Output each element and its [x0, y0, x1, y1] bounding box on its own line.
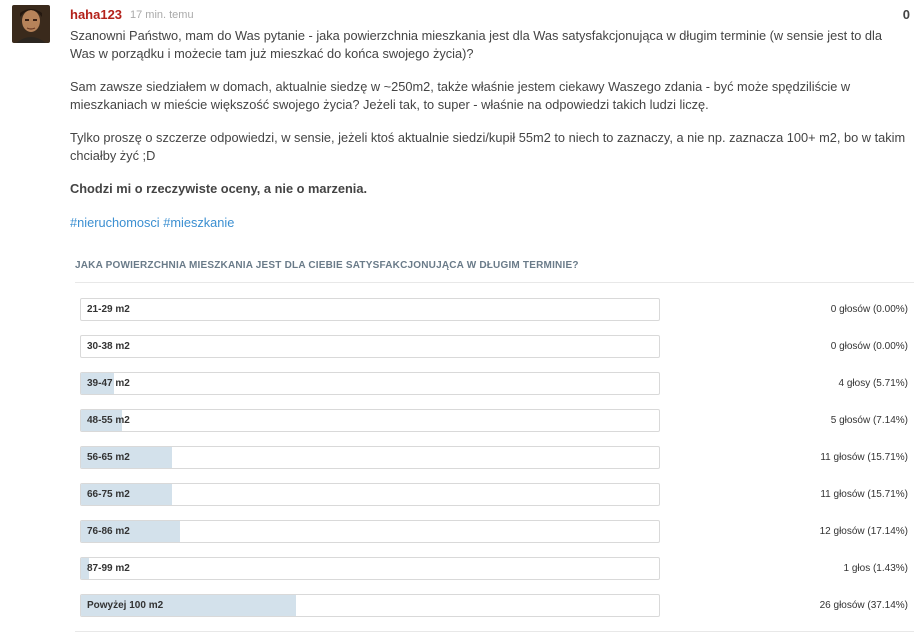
poll-option-count: 11 głosów (15.71%): [820, 452, 908, 463]
post-paragraph: Szanowni Państwo, mam do Was pytanie - j…: [70, 28, 883, 61]
poll-bar[interactable]: Powyżej 100 m2: [80, 594, 660, 617]
poll-option-count: 0 głosów (0.00%): [830, 304, 908, 315]
poll-option-label: 76-86 m2: [87, 526, 130, 537]
poll-option-count: 26 głosów (37.14%): [819, 600, 908, 611]
poll-option-label: 21-29 m2: [87, 304, 130, 315]
post-paragraph: Sam zawsze siedziałem w domach, aktualni…: [70, 79, 851, 112]
poll-title: JAKA POWIERZCHNIA MIESZKANIA JEST DLA CI…: [75, 260, 579, 271]
poll-option[interactable]: 76-86 m2 12 głosów (17.14%): [80, 520, 910, 544]
poll-option-count: 5 głosów (7.14%): [830, 415, 908, 426]
tag-list: #nieruchomosci #mieszkanie: [70, 214, 910, 232]
poll-option[interactable]: 21-29 m2 0 głosów (0.00%): [80, 298, 910, 322]
post-paragraph: Tylko proszę o szczerze odpowiedzi, w se…: [70, 130, 906, 163]
poll-bar[interactable]: 56-65 m2: [80, 446, 660, 469]
tag-link[interactable]: #nieruchomosci: [70, 215, 160, 230]
divider: [75, 282, 914, 283]
poll-option-count: 1 głos (1.43%): [843, 563, 908, 574]
poll-bar[interactable]: 76-86 m2: [80, 520, 660, 543]
poll-option-count: 11 głosów (15.71%): [820, 489, 908, 500]
post-paragraph: Chodzi mi o rzeczywiste oceny, a nie o m…: [70, 181, 368, 196]
author-link[interactable]: haha123: [70, 7, 122, 22]
poll-bar[interactable]: 87-99 m2: [80, 557, 660, 580]
poll-bar[interactable]: 21-29 m2: [80, 298, 660, 321]
poll-option-count: 4 głosy (5.71%): [838, 378, 908, 389]
poll-option-label: 66-75 m2: [87, 489, 130, 500]
poll-bar[interactable]: 30-38 m2: [80, 335, 660, 358]
poll-option-count: 0 głosów (0.00%): [830, 341, 908, 352]
poll-option-count: 12 głosów (17.14%): [819, 526, 908, 537]
poll-option[interactable]: 66-75 m2 11 głosów (15.71%): [80, 483, 910, 507]
post-body: Szanowni Państwo, mam do Was pytanie - j…: [70, 27, 910, 247]
poll-option-label: 87-99 m2: [87, 563, 130, 574]
avatar[interactable]: [12, 5, 50, 43]
poll-option[interactable]: 39-47 m2 4 głosy (5.71%): [80, 372, 910, 396]
poll-bar[interactable]: 48-55 m2: [80, 409, 660, 432]
poll-bar[interactable]: 66-75 m2: [80, 483, 660, 506]
poll-option-label: Powyżej 100 m2: [87, 600, 164, 611]
post-time[interactable]: 17 min. temu: [130, 9, 194, 21]
divider: [75, 631, 914, 632]
tag-link[interactable]: #mieszkanie: [163, 215, 234, 230]
poll-option[interactable]: 48-55 m2 5 głosów (7.14%): [80, 409, 910, 433]
poll-option[interactable]: 87-99 m2 1 głos (1.43%): [80, 557, 910, 581]
poll-option-label: 30-38 m2: [87, 341, 130, 352]
poll-option-label: 48-55 m2: [87, 415, 130, 426]
poll-option-label: 56-65 m2: [87, 452, 130, 463]
poll-option[interactable]: 30-38 m2 0 głosów (0.00%): [80, 335, 910, 359]
poll-bar[interactable]: 39-47 m2: [80, 372, 660, 395]
poll-option-label: 39-47 m2: [87, 378, 130, 389]
poll-option[interactable]: Powyżej 100 m2 26 głosów (37.14%): [80, 594, 910, 618]
vote-count[interactable]: 0: [903, 7, 910, 22]
poll-option[interactable]: 56-65 m2 11 głosów (15.71%): [80, 446, 910, 470]
